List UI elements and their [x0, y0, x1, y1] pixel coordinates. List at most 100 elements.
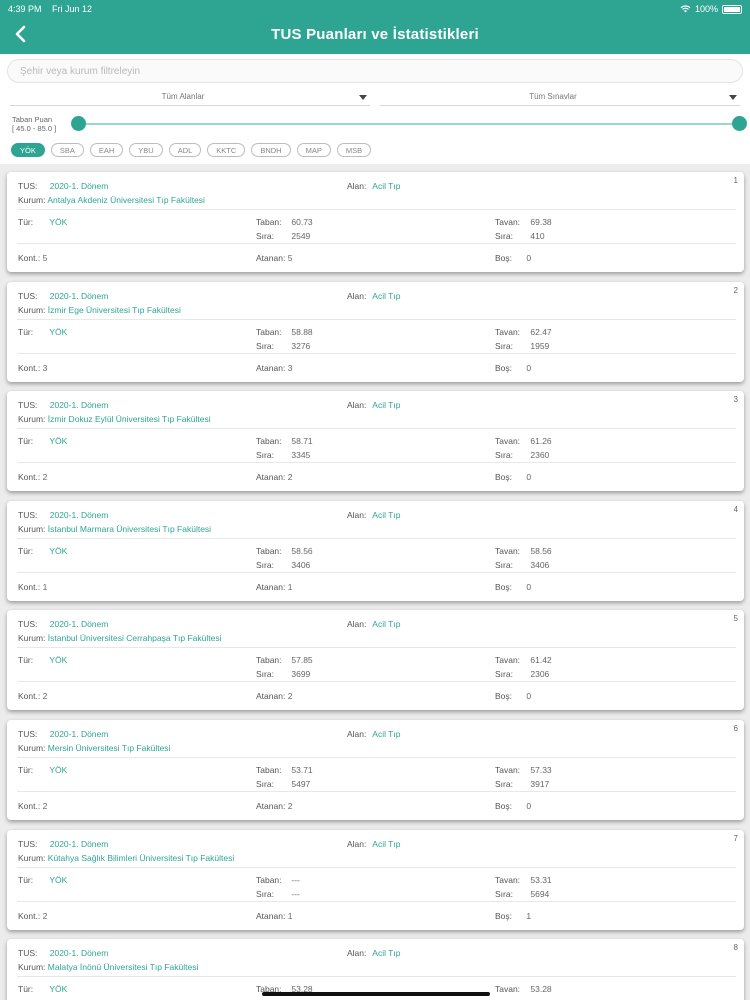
max-score-label: Tavan:: [495, 765, 521, 775]
min-score-row: Taban: 58.71: [256, 436, 356, 446]
quota-value: 2: [42, 691, 48, 702]
type-value: YÖK: [49, 436, 68, 447]
chip-msb[interactable]: MSB: [336, 143, 372, 157]
type-label: Tür:: [18, 436, 34, 447]
type-label: Tür:: [18, 874, 34, 885]
result-index: 3: [733, 395, 738, 405]
chip-kktc[interactable]: KKTC: [207, 143, 246, 157]
type-value: YÖK: [49, 874, 68, 885]
institution-label: Kurum:: [18, 962, 46, 973]
result-card[interactable]: 5 TUS: 2020-1. Dönem Alan: Acil Tıp Kuru…: [7, 610, 744, 711]
chip-yök[interactable]: YÖK: [11, 143, 45, 157]
max-rank-label: Sıra:: [495, 888, 513, 899]
status-time: 4:39 PM: [8, 4, 42, 14]
assigned-row: Atanan: 2: [256, 691, 292, 701]
assigned-value: 5: [287, 253, 293, 263]
field-row: Alan: Acil Tıp: [347, 729, 400, 739]
quota-row: Kont.: 1: [18, 582, 47, 592]
field-label: Alan:: [347, 509, 367, 520]
max-rank-label: Sıra:: [495, 450, 513, 461]
quota-value: 3: [42, 362, 48, 373]
result-card[interactable]: 6 TUS: 2020-1. Dönem Alan: Acil Tıp Kuru…: [7, 720, 744, 820]
min-score-label: Taban:: [256, 655, 282, 666]
result-card[interactable]: 8 TUS: 2020-1. Dönem Alan: Acil Tıp Kuru…: [7, 939, 744, 1000]
quota-row: Kont.: 5: [18, 253, 47, 263]
type-value: YÖK: [49, 326, 68, 337]
institution-name: Mersin Üniversitesi Tıp Fakültesi: [47, 743, 171, 753]
max-rank-row: Sıra: 5694: [495, 889, 595, 899]
result-card[interactable]: 2 TUS: 2020-1. Dönem Alan: Acil Tıp Kuru…: [7, 281, 744, 382]
quota-row: Kont.: 2: [18, 691, 47, 701]
field-row: Alan: Acil Tıp: [347, 181, 400, 191]
vacant-value: 0: [526, 253, 532, 263]
min-rank-value: 5497: [291, 779, 311, 789]
result-card[interactable]: 7 TUS: 2020-1. Dönem Alan: Acil Tıp Kuru…: [7, 829, 744, 930]
search-input[interactable]: [7, 59, 743, 83]
vacant-label: Boş:: [495, 691, 513, 702]
chip-map[interactable]: MAP: [296, 143, 331, 157]
institution-name: İzmir Dokuz Eylül Üniversitesi Tıp Fakül…: [47, 414, 211, 425]
max-rank-label: Sıra:: [495, 669, 513, 680]
institution-name: İzmir Ege Üniversitesi Tıp Fakültesi: [47, 304, 181, 315]
score-range-label: Taban Puan [ 45.0 - 85.0 ]: [12, 115, 56, 133]
min-rank-value: 3699: [291, 669, 311, 680]
institution-name: İstanbul Marmara Üniversitesi Tıp Fakült…: [47, 523, 212, 534]
chip-ybu[interactable]: YBU: [129, 143, 163, 157]
result-index: 6: [733, 724, 738, 733]
field-select[interactable]: Tüm Alanlar: [10, 88, 370, 106]
exam-select[interactable]: Tüm Sınavlar: [380, 88, 740, 106]
chip-bndh[interactable]: BNDH: [251, 143, 291, 157]
page-title: TUS Puanları ve İstatistikleri: [271, 26, 479, 43]
max-score-row: Tavan: 58.56: [495, 546, 595, 556]
result-card[interactable]: 3 TUS: 2020-1. Dönem Alan: Acil Tıp Kuru…: [7, 391, 744, 492]
field-label: Alan:: [347, 181, 367, 191]
divider: [17, 647, 736, 649]
score-slider-max-handle[interactable]: [732, 116, 747, 131]
max-score-label: Tavan:: [495, 655, 521, 666]
type-value: YÖK: [49, 217, 68, 227]
institution-label: Kurum:: [18, 304, 46, 315]
max-rank-value: 3406: [530, 559, 550, 570]
max-score-label: Tavan:: [495, 326, 521, 337]
min-score-value: 58.88: [291, 326, 313, 337]
vacant-row: Boş: 0: [495, 691, 531, 701]
max-rank-label: Sıra:: [495, 340, 513, 351]
result-card[interactable]: 4 TUS: 2020-1. Dönem Alan: Acil Tıp Kuru…: [7, 500, 744, 601]
max-rank-label: Sıra:: [495, 779, 513, 789]
score-slider-min-handle[interactable]: [71, 116, 86, 131]
type-row: Tür: YÖK: [18, 875, 67, 885]
field-label: Alan:: [347, 948, 367, 959]
chip-sba[interactable]: SBA: [50, 143, 84, 157]
quota-label: Kont.:: [18, 472, 41, 483]
min-score-value: ---: [291, 874, 300, 885]
quota-label: Kont.:: [18, 691, 41, 702]
field-value: Acil Tıp: [372, 838, 401, 849]
chip-adl[interactable]: ADL: [168, 143, 202, 157]
field-label: Alan:: [347, 619, 367, 630]
vacant-label: Boş:: [495, 472, 513, 483]
institution-label: Kurum:: [18, 852, 46, 863]
assigned-row: Atanan: 3: [256, 363, 292, 373]
field-value: Acil Tıp: [372, 181, 401, 191]
quota-label: Kont.:: [18, 581, 41, 592]
score-slider-track[interactable]: [78, 123, 740, 125]
min-rank-row: Sıra: 3345: [256, 450, 356, 460]
assigned-label: Atanan:: [256, 801, 286, 811]
dropdown-arrow-icon: [359, 95, 367, 100]
result-card[interactable]: 1 TUS: 2020-1. Dönem Alan: Acil Tıp Kuru…: [7, 172, 744, 272]
result-index: 2: [733, 285, 738, 295]
type-row: Tür: YÖK: [18, 436, 67, 446]
min-rank-label: Sıra:: [256, 231, 274, 241]
vacant-value: 0: [526, 691, 532, 702]
institution-name: Kütahya Sağlık Bilimleri Üniversitesi Tı…: [47, 852, 235, 863]
institution-label: Kurum:: [18, 743, 46, 753]
chip-eah[interactable]: EAH: [89, 143, 124, 157]
field-value: Acil Tıp: [372, 290, 401, 301]
vacant-label: Boş:: [495, 910, 513, 921]
min-rank-row: Sıra: ---: [256, 889, 356, 899]
vacant-row: Boş: 0: [495, 363, 531, 373]
divider: [17, 537, 736, 539]
institution-name: İstanbul Üniversitesi Cerrahpaşa Tıp Fak…: [47, 633, 222, 644]
tus-label: TUS:: [18, 948, 38, 959]
min-score-row: Taban: 58.88: [256, 327, 356, 337]
